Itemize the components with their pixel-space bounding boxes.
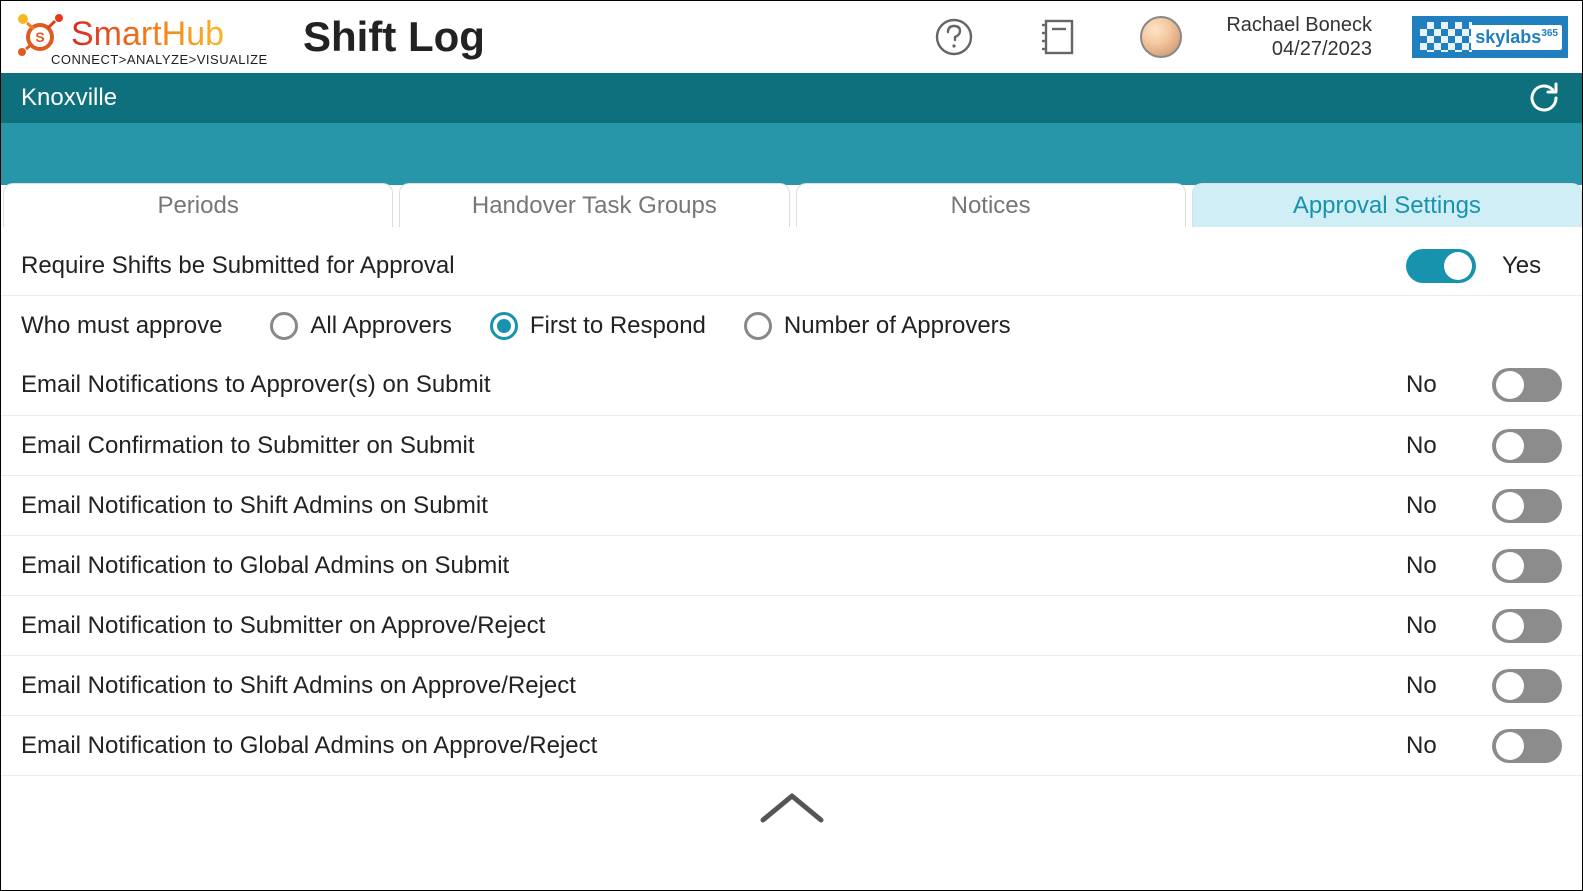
setting-require-approval: Require Shifts be Submitted for Approval… (1, 227, 1582, 295)
tabs: PeriodsHandover Task GroupsNoticesApprov… (1, 183, 1582, 227)
collapse-bar (1, 775, 1582, 845)
partner-brand[interactable]: skylabs365 (1412, 16, 1568, 58)
chevron-up-icon (757, 790, 827, 826)
user-name: Rachael Boneck (1226, 13, 1372, 37)
refresh-button[interactable] (1526, 80, 1562, 116)
email-toggle[interactable] (1492, 429, 1562, 463)
setting-email-5: Email Notification to Shift Admins on Ap… (1, 655, 1582, 715)
tab-approval-settings[interactable]: Approval Settings (1192, 183, 1582, 227)
radio-label: First to Respond (530, 312, 706, 340)
radio-indicator (490, 312, 518, 340)
require-approval-toggle[interactable] (1406, 249, 1476, 283)
page-title: Shift Log (303, 13, 485, 61)
toggle-value: No (1406, 432, 1466, 460)
radio-label: All Approvers (310, 312, 451, 340)
radio-indicator (744, 312, 772, 340)
help-button[interactable] (934, 17, 974, 57)
radio-all-approvers[interactable]: All Approvers (270, 312, 451, 340)
setting-label: Email Notification to Global Admins on S… (21, 552, 509, 580)
location-name: Knoxville (21, 84, 117, 112)
setting-label: Who must approve (21, 312, 222, 340)
radio-label: Number of Approvers (784, 312, 1011, 340)
setting-label: Email Notification to Shift Admins on Ap… (21, 672, 576, 700)
email-toggle[interactable] (1492, 609, 1562, 643)
radio-number-of-approvers[interactable]: Number of Approvers (744, 312, 1011, 340)
tab-notices[interactable]: Notices (796, 183, 1186, 227)
approver-mode-radio-group: All Approvers First to Respond Number of A… (270, 312, 1010, 340)
smarthub-icon: S (15, 9, 65, 59)
brand-name: SmartHub (71, 17, 224, 51)
require-approval-value: Yes (1502, 252, 1562, 280)
radio-indicator (270, 312, 298, 340)
setting-email-2: Email Notification to Shift Admins on Su… (1, 475, 1582, 535)
toggle-value: No (1406, 612, 1466, 640)
setting-email-4: Email Notification to Submitter on Appro… (1, 595, 1582, 655)
user-avatar[interactable] (1140, 16, 1182, 58)
help-icon (934, 17, 974, 57)
setting-email-3: Email Notification to Global Admins on S… (1, 535, 1582, 595)
setting-label: Email Notifications to Approver(s) on Su… (21, 371, 491, 399)
toggle-value: No (1406, 371, 1466, 399)
email-toggle[interactable] (1492, 549, 1562, 583)
toggle-value: No (1406, 552, 1466, 580)
sub-header-bar (1, 123, 1582, 185)
tab-handover-task-groups[interactable]: Handover Task Groups (399, 183, 789, 227)
collapse-button[interactable] (757, 790, 827, 832)
setting-email-6: Email Notification to Global Admins on A… (1, 715, 1582, 775)
setting-who-must-approve: Who must approve All Approvers First to R… (1, 295, 1582, 355)
brand-logo[interactable]: S SmartHub CONNECT>ANALYZE>VISUALIZE (15, 9, 275, 66)
email-toggle[interactable] (1492, 669, 1562, 703)
app-header: S SmartHub CONNECT>ANALYZE>VISUALIZE Shi… (1, 1, 1582, 73)
refresh-icon (1526, 80, 1562, 116)
user-block: Rachael Boneck 04/27/2023 (1226, 13, 1372, 61)
tab-periods[interactable]: Periods (3, 183, 393, 227)
settings-panel: Require Shifts be Submitted for Approval… (1, 227, 1582, 775)
email-toggle[interactable] (1492, 489, 1562, 523)
setting-email-1: Email Confirmation to Submitter on Submi… (1, 415, 1582, 475)
toggle-value: No (1406, 672, 1466, 700)
svg-text:S: S (35, 29, 44, 45)
location-bar: Knoxville (1, 73, 1582, 123)
toggle-value: No (1406, 492, 1466, 520)
setting-label: Email Notification to Submitter on Appro… (21, 612, 545, 640)
notebook-icon (1040, 17, 1076, 57)
toggle-value: No (1406, 732, 1466, 760)
partner-brand-text: skylabs365 (1471, 25, 1562, 50)
radio-first-to-respond[interactable]: First to Respond (490, 312, 706, 340)
setting-label: Require Shifts be Submitted for Approval (21, 252, 455, 280)
header-date: 04/27/2023 (1226, 37, 1372, 61)
email-toggle[interactable] (1492, 368, 1562, 402)
notes-button[interactable] (1038, 17, 1078, 57)
setting-label: Email Notification to Shift Admins on Su… (21, 492, 488, 520)
email-toggle[interactable] (1492, 729, 1562, 763)
setting-email-0: Email Notifications to Approver(s) on Su… (1, 355, 1582, 415)
setting-label: Email Confirmation to Submitter on Submi… (21, 432, 475, 460)
setting-label: Email Notification to Global Admins on A… (21, 732, 597, 760)
